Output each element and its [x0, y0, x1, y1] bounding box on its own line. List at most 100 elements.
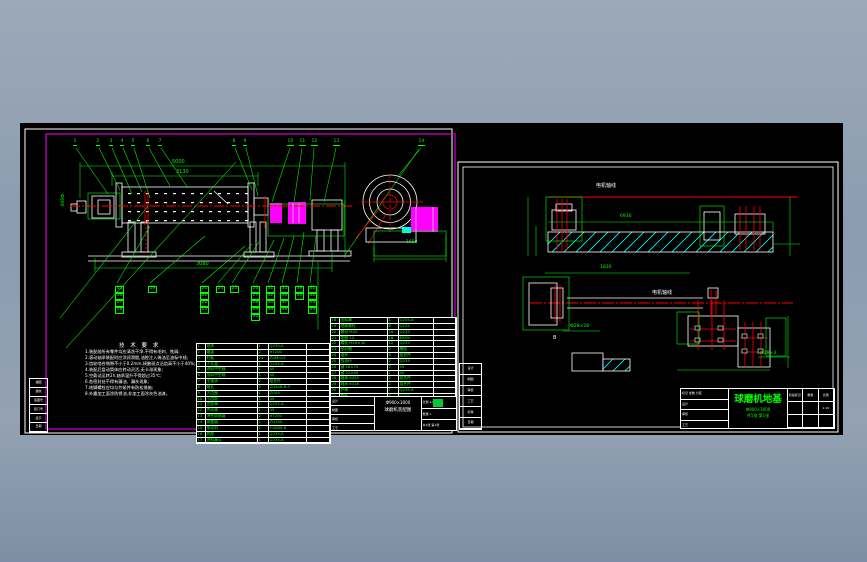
dim-elevation: 1830	[600, 265, 612, 270]
foundation-title: 球磨机地基	[734, 394, 782, 405]
part-callout: 3	[109, 139, 113, 146]
title-block-signature-rows: 设计 制图 审核 工艺	[331, 397, 376, 430]
dim-overall-length: 5000	[172, 159, 185, 165]
left-sheet-edge-block: 描图 描校 底图号 装订号 签字 日期	[29, 378, 48, 433]
title-block-cell: 1:10	[818, 402, 834, 415]
bom-row: 17 进料漏斗 1 Q235-A	[197, 437, 330, 444]
part-callout: 44	[308, 307, 317, 314]
edge-row: 日期	[460, 418, 481, 429]
title-block-cell	[803, 415, 819, 428]
sheet-field: 共1张 第1张	[422, 423, 440, 427]
edge-row: 标准	[460, 407, 481, 418]
part-callout: 7	[158, 139, 162, 146]
part-callout: 15	[115, 286, 124, 293]
axis-label-elevation: 电机轴线	[652, 290, 673, 296]
part-callout: 19	[148, 286, 157, 293]
edge-row: 签字	[30, 414, 47, 423]
title-block-cell	[787, 415, 804, 428]
part-callout: 23	[200, 307, 209, 314]
edge-row: 描图	[30, 379, 47, 388]
part-callout: 14	[418, 139, 425, 146]
title-block-cell: 阶段标记	[787, 389, 804, 402]
dim-foundation-length: 6930	[620, 214, 632, 219]
part-callout: 4	[120, 139, 124, 146]
part-callout: 29	[251, 307, 260, 314]
edge-row: 底图号	[30, 397, 47, 406]
foundation-sheet-count: 共1张 第1张	[746, 413, 770, 418]
part-callout: 12	[311, 139, 318, 146]
title-block-field: 制图	[331, 406, 375, 415]
part-callout: 40	[295, 293, 304, 300]
revision-field: 设计	[681, 400, 729, 410]
title-block-foundation: 标记 处数 分区 设计 审核 工艺 球磨机地基 Ф900×3000 共1张 第1张 阶…	[680, 388, 835, 429]
part-callout: 8	[232, 139, 236, 146]
part-callout: 21	[200, 293, 209, 300]
part-callout: 6	[146, 139, 150, 146]
title-block-mark	[433, 399, 443, 407]
drawing-title: 球磨机装配图	[384, 408, 412, 413]
qty-field: 数量 1	[421, 409, 456, 420]
part-callout: 32	[266, 293, 275, 300]
edge-row: 工艺	[460, 396, 481, 408]
dim-endview-base: 1650	[406, 240, 418, 245]
edge-row: 日期	[30, 423, 47, 432]
part-callout: 30	[251, 314, 260, 321]
title-block-cell	[818, 415, 834, 428]
part-callout: 35	[280, 286, 289, 293]
part-callout: 9	[243, 139, 247, 146]
desktop-background: 5000 3130 3080 1650 Ф900 1 2 3 4 5 6 7 8 9 10 11 12…	[0, 0, 867, 562]
title-block-cell	[803, 402, 819, 415]
section-marker: B	[553, 335, 557, 341]
bb-section-detail	[571, 352, 631, 372]
part-callout: 18	[115, 307, 124, 314]
part-callout: 38	[280, 307, 289, 314]
dim-drum-diameter: Ф900	[58, 194, 64, 207]
part-callout: 20	[200, 286, 209, 293]
ball-mill-end-view	[355, 174, 447, 262]
title-block-field: 设计	[331, 397, 375, 406]
part-callout: 41	[308, 286, 317, 293]
revision-field: 审核	[681, 410, 729, 421]
title-block-cell	[787, 402, 804, 415]
part-callout: 27	[251, 293, 260, 300]
part-callout: 43	[308, 300, 317, 307]
title-block-cell: 比例	[818, 389, 834, 402]
title-block-field: 审核	[331, 415, 375, 424]
part-callout: 11	[299, 139, 306, 146]
revision-rows: 标记 处数 分区 设计 审核 工艺	[681, 389, 730, 429]
drawing-spec: Ф900×3000	[385, 400, 411, 405]
part-callout: 33	[266, 300, 275, 307]
revision-field: 工艺	[681, 421, 728, 429]
bom-table-left: 1 筒体 1 Q235-A 2 端盖 2 HT200 3 衬板 24 ZGMn1…	[196, 343, 331, 445]
title-block-field: 工艺	[331, 424, 374, 430]
foundation-plan-view	[527, 196, 800, 256]
part-callout: 31	[266, 286, 275, 293]
part-callout: 24	[216, 286, 225, 293]
part-callout: 5	[131, 139, 135, 146]
ball-mill-side-view	[70, 182, 352, 262]
part-callout: 28	[251, 300, 260, 307]
part-callout: 16	[115, 293, 124, 300]
part-callout: 26	[251, 286, 260, 293]
part-callout: 42	[308, 293, 317, 300]
anchor-bolt-spec-left: Ф28×28	[570, 324, 590, 329]
part-callout: 10	[287, 139, 294, 146]
dim-base-length: 3080	[196, 261, 209, 267]
part-callout: 17	[115, 300, 124, 307]
part-callout: 36	[280, 293, 289, 300]
part-callout: 13	[333, 139, 340, 146]
title-block-cells: 阶段标记 重量 比例 1:10	[787, 389, 834, 428]
part-callout: 1	[73, 139, 77, 146]
foundation-elevation-view	[522, 272, 793, 371]
right-sheet-edge-block: 设计 制图 审核 工艺 标准 日期	[459, 363, 482, 430]
part-callout: 25	[230, 286, 239, 293]
edge-row: 审核	[460, 386, 481, 397]
axis-label-plan: 电机轴线	[596, 183, 617, 189]
edge-row: 制图	[460, 375, 481, 386]
dim-drum-length: 3130	[176, 169, 189, 175]
part-callout: 34	[266, 307, 275, 314]
part-callout: 37	[280, 300, 289, 307]
part-callout: 22	[200, 300, 209, 307]
revision-field: 标记 处数 分区	[681, 389, 729, 400]
part-callout: 39	[295, 286, 304, 293]
